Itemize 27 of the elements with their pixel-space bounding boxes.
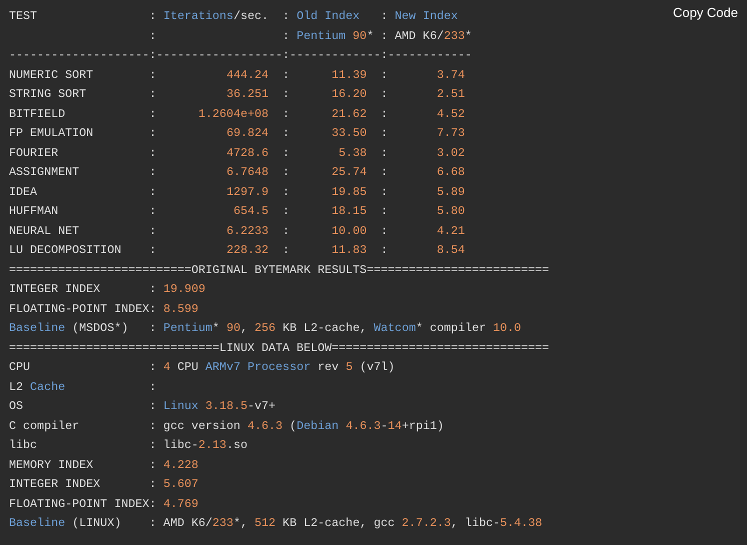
code-line: TEST : Iterations/sec. : Old Index : New Index [9, 8, 458, 25]
code-line: C compiler : gcc version 4.6.3 (Debian 4.6.3-14+rpi1) [9, 418, 444, 434]
code-line: MEMORY INDEX : 4.228 [9, 456, 198, 474]
code-line: CPU : 4 CPU ARMv7 Processor rev 5 (v7l) [9, 359, 395, 376]
code-line: FOURIER : 4728.6 : 5.38 : 3.02 [9, 144, 465, 162]
code-line: ASSIGNMENT : 6.7648 : 25.74 : 6.68 [9, 164, 465, 181]
code-line: BITFIELD : 1.2604e+08 : 21.62 : 4.52 [9, 106, 465, 122]
code-line: Baseline (MSDOS*) : Pentium* 90, 256 KB L2-cache, Watcom* compiler 10.0 [9, 320, 522, 337]
code-line: FP EMULATION : 69.824 : 33.50 : 7.73 [9, 125, 465, 142]
code-line: IDEA : 1297.9 : 19.85 : 5.89 [9, 184, 465, 200]
code-line: FLOATING-POINT INDEX: 4.769 [9, 496, 198, 512]
code-line: : : Pentium 90* : AMD K6/233* [148, 28, 472, 44]
code-line: STRING SORT : 36.251 : 16.20 : 2.51 [9, 86, 465, 103]
code-line: INTEGER INDEX : 19.909 [9, 281, 206, 298]
code-line: --------------------:------------------:-------------:------------ [9, 47, 472, 64]
code-line: FLOATING-POINT INDEX: 8.599 [9, 300, 198, 318]
code-line: L2 Cache : [9, 378, 156, 396]
code-line: libc : libc-2.13.so [9, 437, 248, 454]
code-line: INTEGER INDEX : 5.607 [9, 476, 198, 493]
code-line: HUFFMAN : 654.5 : 18.15 : 5.80 [9, 203, 465, 220]
code-line: OS : Linux 3.18.5-v7+ [9, 398, 276, 415]
code-line: Baseline (LINUX) : AMD K6/233*, 512 KB L2-cache, gcc 2.7.2.3, libc-5.4.38 [9, 515, 542, 532]
code-line: NEURAL NET : 6.2233 : 10.00 : 4.21 [9, 222, 465, 240]
code-line: NUMERIC SORT : 444.24 : 11.39 : 3.74 [9, 66, 465, 84]
code-line: ==========================ORIGINAL BYTEMARK RESULTS========================== [9, 262, 550, 278]
code-line: ==============================LINUX DATA BELOW=============================== [9, 340, 550, 356]
code-line: LU DECOMPOSITION : 228.32 : 11.83 : 8.54 [9, 242, 465, 259]
